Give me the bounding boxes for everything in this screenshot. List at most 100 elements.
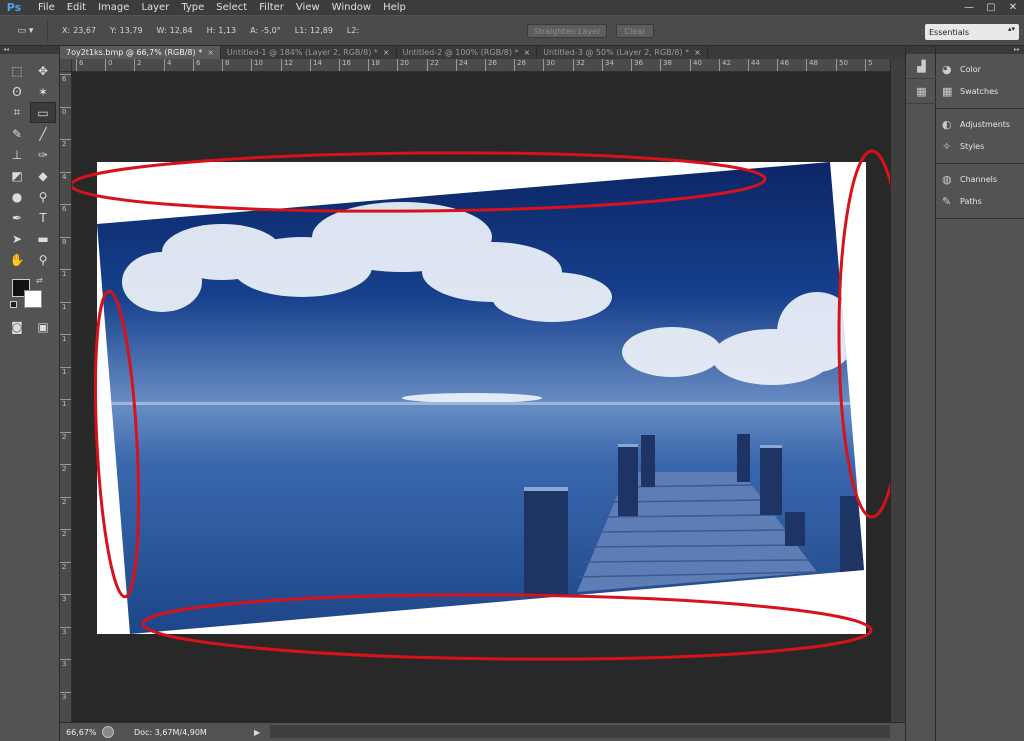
- close-icon[interactable]: ×: [524, 48, 531, 57]
- photoshop-window: Ps File Edit Image Layer Type Select Fil…: [0, 0, 1024, 741]
- ruler-tick: 44: [748, 59, 760, 71]
- panel-group-adjustments: ◐ Adjustments ✧ Styles: [936, 109, 1024, 164]
- status-info-icon[interactable]: [102, 726, 114, 738]
- paths-icon: ✎: [942, 194, 952, 208]
- tab-document-1[interactable]: 7oy2t1ks.bmp @ 66,7% (RGB/8) * ×: [60, 46, 221, 59]
- options-bar: ▭ ▾ X: 23,67 Y: 13,79 W: 12,84 H: 1,13 A: -5,…: [0, 16, 1024, 46]
- hand-tool-icon[interactable]: ✋: [4, 249, 30, 270]
- app-logo: Ps: [6, 1, 22, 14]
- default-colors-icon[interactable]: [10, 301, 17, 308]
- tab-document-4[interactable]: Untitled-3 @ 50% (Layer 2, RGB/8) * ×: [537, 46, 708, 59]
- ruler-tick: 1: [60, 399, 71, 409]
- info-panel-icon[interactable]: ▦: [906, 79, 937, 104]
- histogram-icon[interactable]: ▟: [906, 54, 937, 79]
- ruler-tick: 40: [690, 59, 702, 71]
- horizontal-ruler[interactable]: 6 0 2 4 6 8 10 12 14 16 18 20 22 24 26 28 30 32 34 36 38 40 42…: [72, 59, 890, 72]
- panel-label: Swatches: [960, 86, 999, 96]
- zoom-level[interactable]: 66,67%: [60, 728, 98, 737]
- magic-wand-tool-icon[interactable]: ✶: [30, 81, 56, 102]
- tab-document-2[interactable]: Untitled-1 @ 184% (Layer 2, RGB/8) * ×: [221, 46, 397, 59]
- straighten-layer-button[interactable]: Straighten Layer: [527, 24, 607, 38]
- ruler-tool-icon[interactable]: ▭: [30, 102, 56, 123]
- vertical-ruler[interactable]: 6 0 2 4 6 8 1 1 1 1 1 2 2 2 2 2 3 3 3 3: [60, 72, 72, 722]
- panel-color[interactable]: ◕ Color: [936, 58, 1024, 80]
- iconbar-collapse-handle[interactable]: [906, 46, 935, 54]
- menu-window[interactable]: Window: [326, 0, 377, 15]
- brush-tool-icon[interactable]: ╱: [30, 123, 56, 144]
- panel-adjustments[interactable]: ◐ Adjustments: [936, 113, 1024, 135]
- shape-tool-icon[interactable]: ▬: [30, 228, 56, 249]
- horizontal-scrollbar[interactable]: [270, 725, 890, 738]
- menu-view[interactable]: View: [290, 0, 326, 15]
- ruler-tick: 1: [60, 269, 71, 279]
- menu-select[interactable]: Select: [210, 0, 253, 15]
- tab-label: 7oy2t1ks.bmp @ 66,7% (RGB/8) *: [66, 48, 203, 57]
- screen-mode-icon[interactable]: ▣: [30, 316, 56, 337]
- swap-colors-icon[interactable]: ⇄: [36, 276, 43, 285]
- minimize-button[interactable]: —: [958, 0, 980, 15]
- panels-collapse-handle[interactable]: ▸▸: [936, 46, 1024, 54]
- menu-layer[interactable]: Layer: [135, 0, 175, 15]
- blur-tool-icon[interactable]: ●: [4, 186, 30, 207]
- eyedropper-tool-icon[interactable]: ✎: [4, 123, 30, 144]
- zoom-tool-icon[interactable]: ⚲: [30, 249, 56, 270]
- status-menu-arrow-icon[interactable]: ▶: [254, 728, 260, 737]
- quick-mask-icon[interactable]: ◙: [4, 316, 30, 337]
- tab-label: Untitled-3 @ 50% (Layer 2, RGB/8) *: [543, 48, 690, 57]
- panel-styles[interactable]: ✧ Styles: [936, 135, 1024, 157]
- panel-group-color: ◕ Color ▦ Swatches: [936, 54, 1024, 109]
- menu-help[interactable]: Help: [377, 0, 412, 15]
- crop-tool-icon[interactable]: ⌗: [4, 102, 30, 123]
- dodge-tool-icon[interactable]: ⚲: [30, 186, 56, 207]
- ruler-tick: 4: [60, 172, 71, 182]
- background-color-swatch[interactable]: [24, 290, 42, 308]
- menu-edit[interactable]: Edit: [61, 0, 92, 15]
- ruler-origin[interactable]: [60, 59, 72, 72]
- tab-document-3[interactable]: Untitled-2 @ 100% (RGB/8) * ×: [397, 46, 538, 59]
- panel-swatches[interactable]: ▦ Swatches: [936, 80, 1024, 102]
- path-selection-tool-icon[interactable]: ➤: [4, 228, 30, 249]
- marquee-tool-icon[interactable]: ⬚: [4, 60, 30, 81]
- menu-type[interactable]: Type: [175, 0, 210, 15]
- menu-image[interactable]: Image: [92, 0, 135, 15]
- color-swatches: ⇄: [0, 276, 59, 314]
- type-tool-icon[interactable]: T: [30, 207, 56, 228]
- ruler-tick: 32: [573, 59, 585, 71]
- clear-button[interactable]: Clear: [616, 24, 654, 38]
- document-canvas[interactable]: [72, 72, 890, 722]
- tool-preset-picker[interactable]: ▭ ▾: [4, 19, 48, 42]
- h-value: 1,13: [218, 26, 237, 35]
- panel-paths[interactable]: ✎ Paths: [936, 190, 1024, 212]
- workspace-select[interactable]: Essentials ▴▾: [925, 24, 1019, 40]
- ruler-tick: 2: [60, 529, 71, 539]
- move-tool-icon[interactable]: ✥: [30, 60, 56, 81]
- close-icon[interactable]: ×: [207, 48, 214, 57]
- ruler-tick: 2: [60, 464, 71, 474]
- ruler-tick: 42: [719, 59, 731, 71]
- ruler-tick: 0: [60, 107, 71, 117]
- ruler-tick: 6: [60, 74, 71, 84]
- panels-dock: ▸▸ ◕ Color ▦ Swatches ◐ Adjustments ✧ Styles…: [936, 46, 1024, 741]
- close-window-button[interactable]: ✕: [1002, 0, 1024, 15]
- maximize-button[interactable]: ▢: [980, 0, 1002, 15]
- vertical-scrollbar[interactable]: [890, 59, 905, 722]
- history-brush-tool-icon[interactable]: ✑: [30, 144, 56, 165]
- close-icon[interactable]: ×: [383, 48, 390, 57]
- lasso-tool-icon[interactable]: ʘ: [4, 81, 30, 102]
- menu-filter[interactable]: Filter: [253, 0, 290, 15]
- menu-file[interactable]: File: [28, 0, 61, 15]
- ruler-tick: 2: [60, 139, 71, 149]
- panel-channels[interactable]: ◍ Channels: [936, 168, 1024, 190]
- tools-collapse-handle[interactable]: ◂◂: [0, 46, 59, 54]
- ruler-tick: 2: [60, 432, 71, 442]
- ruler-tick: 14: [310, 59, 322, 71]
- ruler-tick: 3: [60, 627, 71, 637]
- close-icon[interactable]: ×: [694, 48, 701, 57]
- tools-panel: ◂◂ ⬚ ✥ ʘ ✶ ⌗ ▭ ✎ ╱ ⊥ ✑ ◩ ◆ ● ⚲ ✒ T ➤ ▬ ✋…: [0, 46, 60, 741]
- ruler-tick: 2: [60, 562, 71, 572]
- pen-tool-icon[interactable]: ✒: [4, 207, 30, 228]
- paint-bucket-tool-icon[interactable]: ◆: [30, 165, 56, 186]
- stamp-tool-icon[interactable]: ⊥: [4, 144, 30, 165]
- eraser-tool-icon[interactable]: ◩: [4, 165, 30, 186]
- canvas-area[interactable]: [72, 72, 890, 722]
